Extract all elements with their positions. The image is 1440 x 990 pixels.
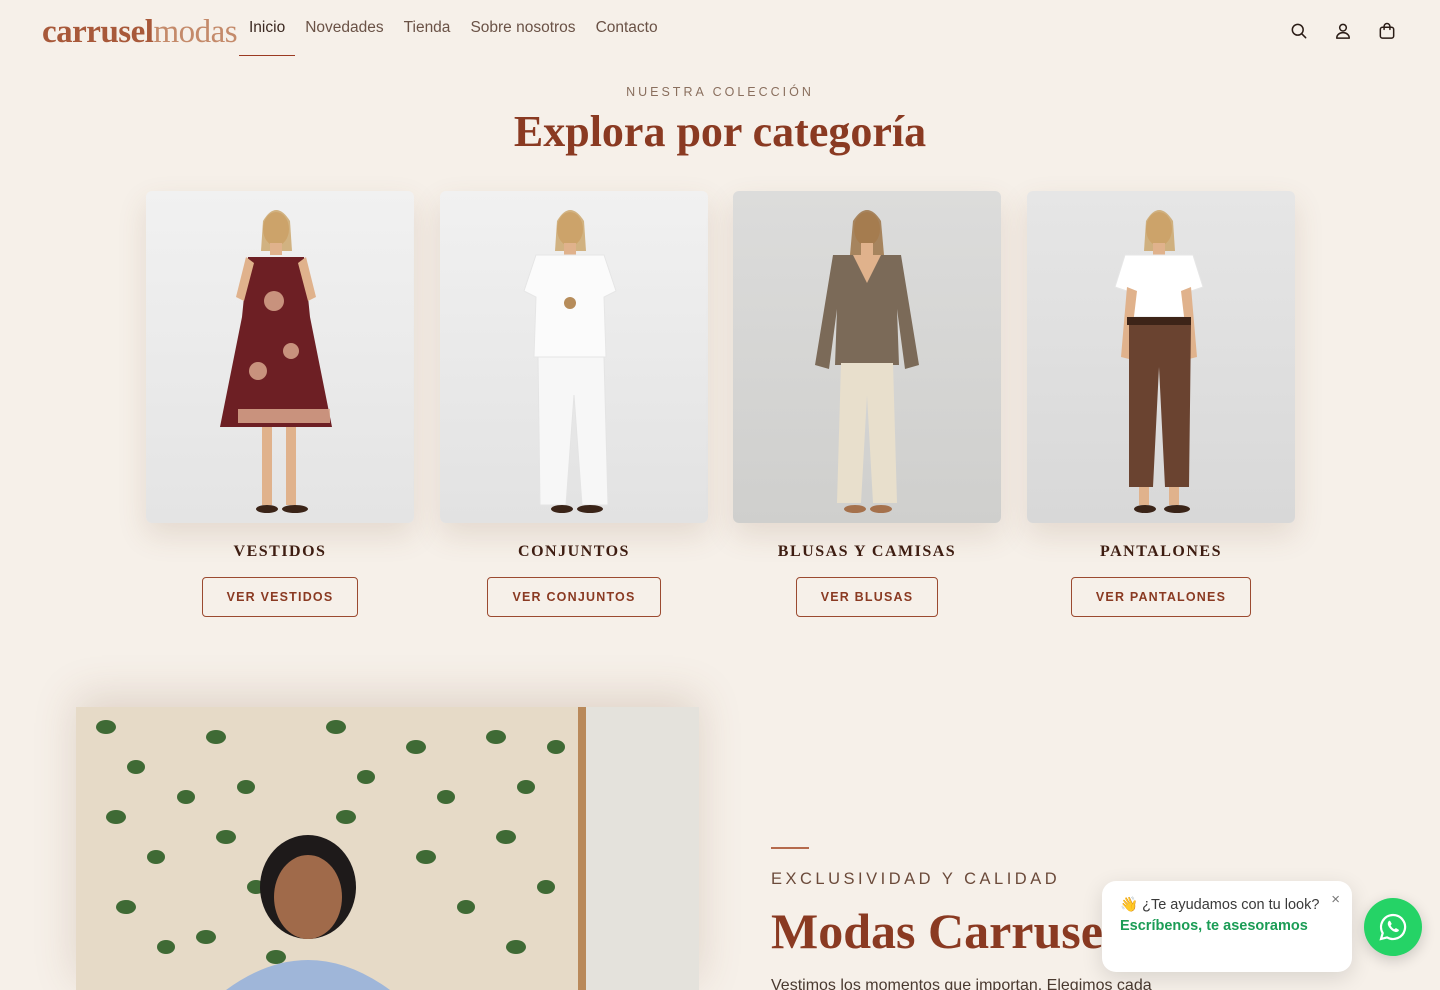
nav-inicio[interactable]: Inicio <box>239 0 296 56</box>
nav-tienda[interactable]: Tienda <box>394 0 461 56</box>
category-name-vestidos: VESTIDOS <box>233 543 327 560</box>
site-header: carruselmodas Inicio Novedades Tienda So… <box>0 0 1440 66</box>
category-image-blusas[interactable] <box>733 191 1001 523</box>
category-card-blusas: BLUSAS Y CAMISAS VER BLUSAS <box>733 191 1001 617</box>
ver-pantalones-button[interactable]: VER PANTALONES <box>1070 577 1252 617</box>
whatsapp-icon <box>1379 913 1407 941</box>
category-image-vestidos[interactable] <box>146 191 414 523</box>
logo[interactable]: carruselmodas <box>42 14 238 50</box>
nav-contacto[interactable]: Contacto <box>586 0 668 56</box>
about-title: Modas Carrusel <box>771 903 1117 959</box>
logo-part-2: modas <box>153 14 238 50</box>
collection-title: Explora por categoría <box>513 107 927 156</box>
category-card-conjuntos: CONJUNTOS VER CONJUNTOS <box>440 191 708 617</box>
category-card-vestidos: VESTIDOS VER VESTIDOS <box>146 191 414 617</box>
store-photo <box>76 707 699 990</box>
about-eyebrow: EXCLUSIVIDAD Y CALIDAD <box>771 870 1061 888</box>
category-name-conjuntos: CONJUNTOS <box>518 543 630 560</box>
collection-eyebrow: NUESTRA COLECCIÓN <box>626 85 814 99</box>
bag-icon[interactable] <box>1376 20 1398 42</box>
chat-highlight: Escríbenos, te asesoramos <box>1120 918 1308 934</box>
category-image-pantalones[interactable] <box>1027 191 1295 523</box>
main-nav: Inicio Novedades Tienda Sobre nosotros C… <box>239 0 668 56</box>
header-icons <box>1288 20 1398 42</box>
ver-conjuntos-button[interactable]: VER CONJUNTOS <box>487 577 661 617</box>
user-icon[interactable] <box>1332 20 1354 42</box>
about-text: Vestimos los momentos que importan. Eleg… <box>771 977 1152 990</box>
about-divider <box>771 847 809 849</box>
chat-popup[interactable]: 👋 ¿Te ayudamos con tu look? Escríbenos, … <box>1102 881 1352 972</box>
chat-text: ¿Te ayudamos con tu look? <box>1142 897 1320 913</box>
ver-vestidos-button[interactable]: VER VESTIDOS <box>201 577 359 617</box>
search-icon[interactable] <box>1288 20 1310 42</box>
logo-part-1: carrusel <box>42 14 154 50</box>
whatsapp-button[interactable] <box>1364 898 1422 956</box>
chat-close-icon[interactable]: × <box>1331 889 1340 910</box>
ver-blusas-button[interactable]: VER BLUSAS <box>795 577 939 617</box>
category-image-conjuntos[interactable] <box>440 191 708 523</box>
nav-novedades[interactable]: Novedades <box>295 0 393 56</box>
wave-emoji: 👋 <box>1120 897 1139 913</box>
category-name-blusas: BLUSAS Y CAMISAS <box>777 543 957 560</box>
category-name-pantalones: PANTALONES <box>1100 543 1222 560</box>
nav-sobre-nosotros[interactable]: Sobre nosotros <box>460 0 585 56</box>
category-card-pantalones: PANTALONES VER PANTALONES <box>1027 191 1295 617</box>
